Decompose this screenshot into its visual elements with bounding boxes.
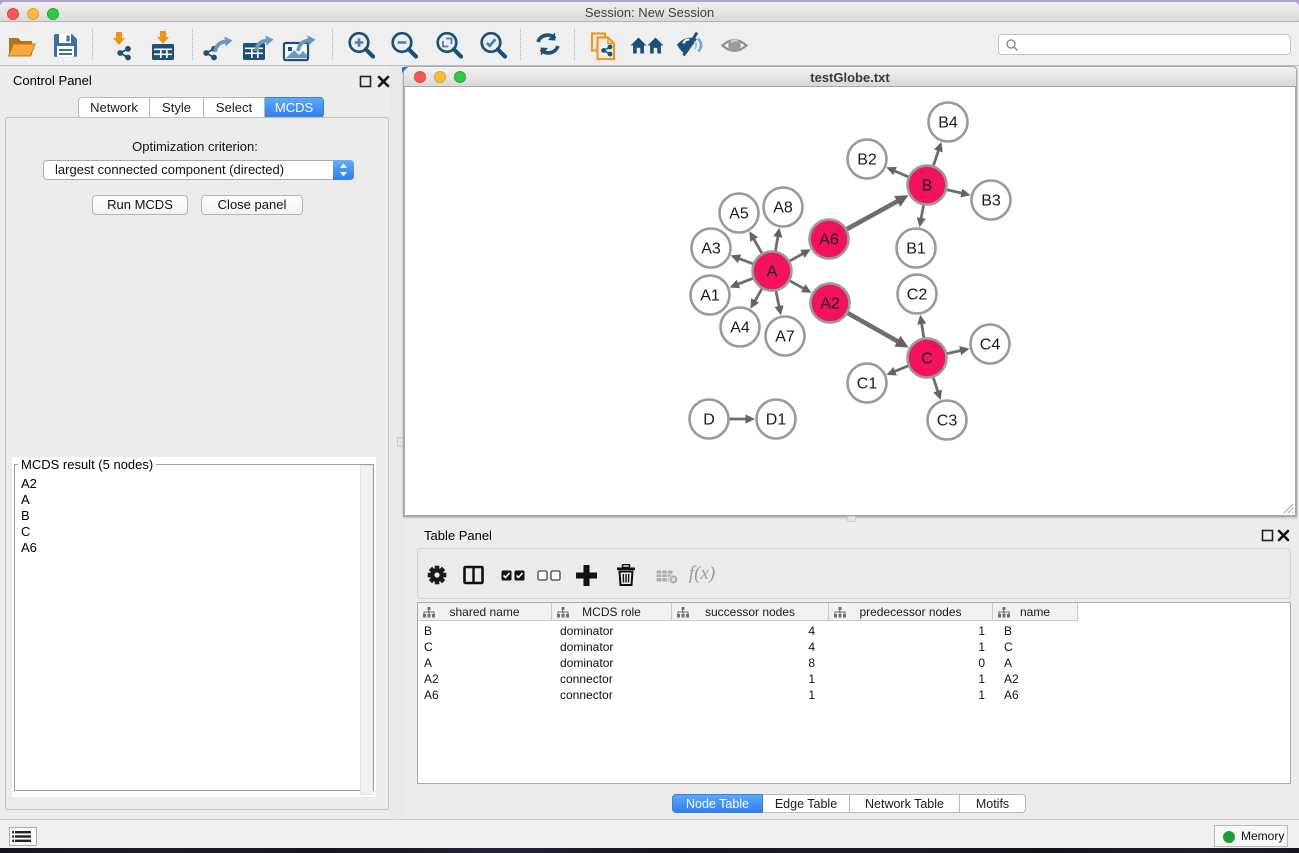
svg-text:A4: A4	[730, 320, 750, 337]
svg-text:B3: B3	[981, 193, 1001, 210]
svg-text:C: C	[921, 351, 933, 368]
svg-text:A: A	[767, 264, 778, 281]
svg-text:B4: B4	[938, 115, 958, 132]
svg-text:A2: A2	[820, 296, 840, 313]
svg-text:C2: C2	[907, 287, 928, 304]
svg-text:C3: C3	[937, 413, 958, 430]
svg-text:B1: B1	[906, 241, 926, 258]
svg-text:D1: D1	[766, 412, 787, 429]
svg-text:C4: C4	[980, 337, 1001, 354]
svg-text:A6: A6	[819, 232, 839, 249]
svg-text:D: D	[703, 412, 715, 429]
svg-text:B: B	[922, 178, 933, 195]
svg-text:A1: A1	[700, 288, 720, 305]
svg-text:C1: C1	[857, 376, 878, 393]
svg-text:A8: A8	[773, 200, 793, 217]
svg-text:A3: A3	[701, 241, 721, 258]
svg-text:B2: B2	[857, 152, 877, 169]
svg-text:A5: A5	[729, 206, 749, 223]
svg-text:A7: A7	[775, 329, 795, 346]
